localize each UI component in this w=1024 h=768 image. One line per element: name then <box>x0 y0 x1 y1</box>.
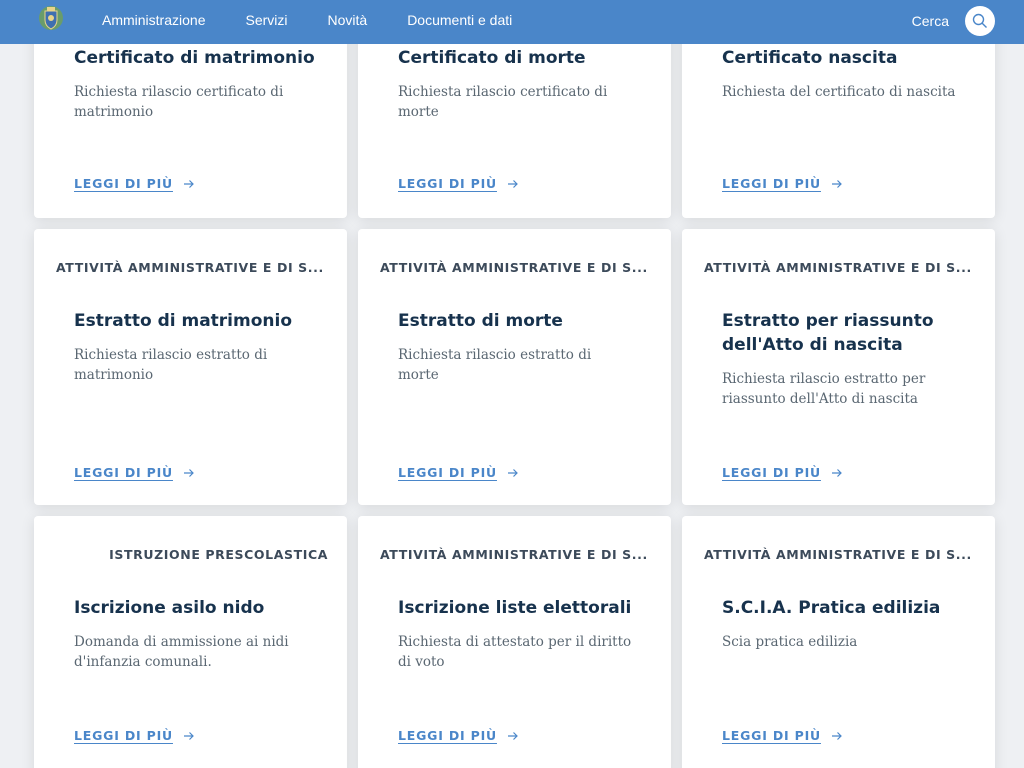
card-description: Richiesta rilascio estratto di matrimoni… <box>74 347 268 383</box>
read-more-link[interactable]: LEGGI DI PIÙ <box>74 176 195 191</box>
read-more-label: LEGGI DI PIÙ <box>722 176 821 191</box>
read-more-link[interactable]: LEGGI DI PIÙ <box>74 465 195 480</box>
service-card[interactable]: ATTIVITÀ AMMINISTRATIVE E DI S... Estrat… <box>34 229 347 505</box>
arrow-right-icon <box>507 179 518 188</box>
card-category[interactable]: ATTIVITÀ AMMINISTRATIVE E DI S... <box>380 260 650 275</box>
read-more-label: LEGGI DI PIÙ <box>398 728 497 743</box>
card-title[interactable]: Estratto per riassunto dell'Atto di nasc… <box>722 309 962 357</box>
read-more-link[interactable]: LEGGI DI PIÙ <box>74 728 195 743</box>
main-nav: Amministrazione Servizi Novità Documenti… <box>102 0 552 40</box>
read-more-label: LEGGI DI PIÙ <box>74 176 173 191</box>
read-more-link[interactable]: LEGGI DI PIÙ <box>398 176 519 191</box>
card-title[interactable]: Iscrizione liste elettorali <box>398 596 658 620</box>
search-icon <box>972 13 987 28</box>
nav-item-novita[interactable]: Novità <box>328 12 368 28</box>
service-card[interactable]: ATTIVITÀ AMMINISTRATIVE E DI S... Estrat… <box>682 229 995 505</box>
nav-item-documenti-e-dati[interactable]: Documenti e dati <box>407 12 512 28</box>
arrow-right-icon <box>183 731 194 740</box>
nav-item-servizi[interactable]: Servizi <box>245 12 287 28</box>
nav-item-amministrazione[interactable]: Amministrazione <box>102 12 205 28</box>
read-more-label: LEGGI DI PIÙ <box>74 465 173 480</box>
card-description: Domanda di ammissione ai nidi d'infanzia… <box>74 634 289 670</box>
card-title[interactable]: Certificato di matrimonio <box>74 46 334 70</box>
card-description: Richiesta rilascio certificato di morte <box>398 84 608 120</box>
card-description: Richiesta di attestato per il diritto di… <box>398 634 632 670</box>
card-title[interactable]: Estratto di morte <box>398 309 658 333</box>
arrow-right-icon <box>507 731 518 740</box>
search-label[interactable]: Cerca <box>912 13 949 29</box>
service-card[interactable]: ISTRUZIONE PRESCOLASTICA Iscrizione asil… <box>34 516 347 768</box>
card-description: Richiesta rilascio estratto di morte <box>398 347 592 383</box>
municipal-crest-icon[interactable] <box>38 4 64 34</box>
read-more-label: LEGGI DI PIÙ <box>722 465 821 480</box>
arrow-right-icon <box>183 179 194 188</box>
card-title[interactable]: Certificato nascita <box>722 46 982 70</box>
service-card[interactable]: ATTIVITÀ AMMINISTRATIVE E DI S... Estrat… <box>358 229 671 505</box>
service-card[interactable]: ATTIVITÀ AMMINISTRATIVE E DI S... Iscriz… <box>358 516 671 768</box>
read-more-label: LEGGI DI PIÙ <box>398 465 497 480</box>
card-title[interactable]: Estratto di matrimonio <box>74 309 334 333</box>
card-description: Richiesta rilascio estratto per riassunt… <box>722 371 926 407</box>
read-more-link[interactable]: LEGGI DI PIÙ <box>722 465 843 480</box>
card-description: Richiesta rilascio certificato di matrim… <box>74 84 284 120</box>
read-more-label: LEGGI DI PIÙ <box>398 176 497 191</box>
read-more-label: LEGGI DI PIÙ <box>722 728 821 743</box>
arrow-right-icon <box>183 468 194 477</box>
card-category[interactable]: ATTIVITÀ AMMINISTRATIVE E DI S... <box>56 260 326 275</box>
card-title[interactable]: S.C.I.A. Pratica edilizia <box>722 596 982 620</box>
card-description: Richiesta del certificato di nascita <box>722 84 956 100</box>
read-more-link[interactable]: LEGGI DI PIÙ <box>722 176 843 191</box>
arrow-right-icon <box>831 179 842 188</box>
arrow-right-icon <box>831 468 842 477</box>
top-navigation-bar: Amministrazione Servizi Novità Documenti… <box>0 0 1024 44</box>
read-more-label: LEGGI DI PIÙ <box>74 728 173 743</box>
search-button[interactable] <box>965 6 995 36</box>
card-category[interactable]: ATTIVITÀ AMMINISTRATIVE E DI S... <box>380 547 650 562</box>
read-more-link[interactable]: LEGGI DI PIÙ <box>722 728 843 743</box>
card-description: Scia pratica edilizia <box>722 634 858 650</box>
card-title[interactable]: Certificato di morte <box>398 46 658 70</box>
arrow-right-icon <box>507 468 518 477</box>
card-category[interactable]: ATTIVITÀ AMMINISTRATIVE E DI S... <box>704 547 974 562</box>
card-category[interactable]: ISTRUZIONE PRESCOLASTICA <box>56 547 328 562</box>
arrow-right-icon <box>831 731 842 740</box>
services-card-grid: Certificato di matrimonio Richiesta rila… <box>0 0 1024 768</box>
search-area: Cerca <box>912 6 995 36</box>
read-more-link[interactable]: LEGGI DI PIÙ <box>398 465 519 480</box>
card-title[interactable]: Iscrizione asilo nido <box>74 596 334 620</box>
read-more-link[interactable]: LEGGI DI PIÙ <box>398 728 519 743</box>
card-category[interactable]: ATTIVITÀ AMMINISTRATIVE E DI S... <box>704 260 974 275</box>
service-card[interactable]: ATTIVITÀ AMMINISTRATIVE E DI S... S.C.I.… <box>682 516 995 768</box>
